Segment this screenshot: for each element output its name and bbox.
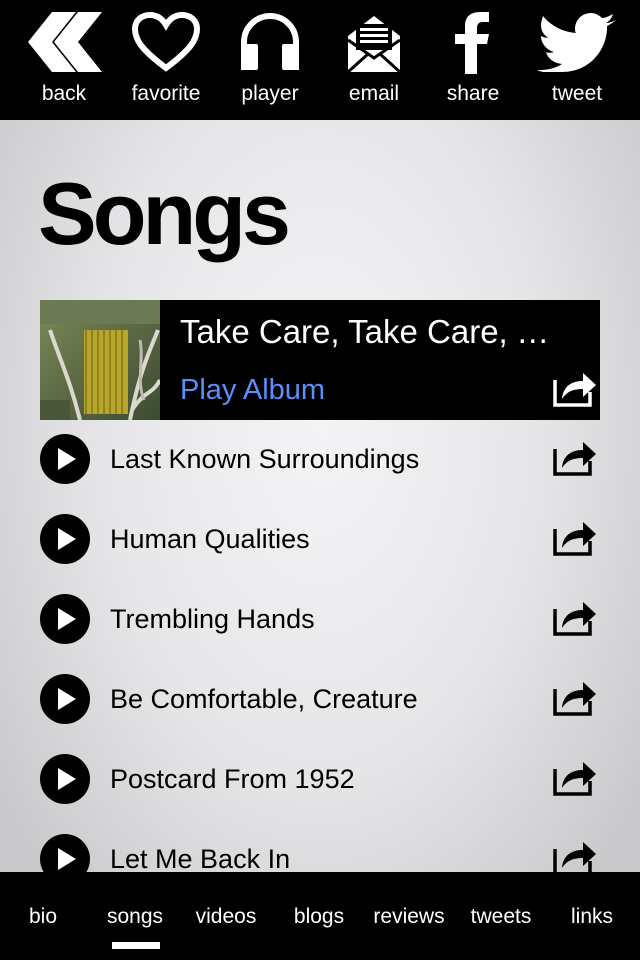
tab-blogs[interactable]: blogs (282, 872, 356, 960)
share-icon[interactable] (552, 368, 598, 408)
email-label: email (348, 82, 400, 105)
share-icon[interactable] (552, 677, 598, 717)
songs-content[interactable]: Songs Take Care, Take Care, Take Care (0, 120, 640, 872)
envelope-icon (344, 0, 404, 84)
tab-tweets[interactable]: tweets (462, 872, 540, 960)
heart-icon (132, 0, 200, 84)
tab-label: reviews (373, 905, 445, 928)
song-row[interactable]: Be Comfortable, Creature (40, 667, 600, 731)
album-card[interactable]: Take Care, Take Care, Take Care Play Alb… (40, 300, 600, 420)
play-icon[interactable] (40, 594, 90, 644)
play-icon[interactable] (40, 434, 90, 484)
email-button[interactable]: email (322, 0, 426, 120)
twitter-bird-icon (536, 0, 618, 84)
song-title: Human Qualities (110, 524, 310, 554)
page-title: Songs (38, 164, 291, 263)
tab-label: blogs (293, 905, 345, 928)
selected-tab-indicator (112, 942, 160, 949)
play-icon[interactable] (40, 834, 90, 872)
double-chevron-left-icon (24, 0, 104, 84)
back-label: back (41, 82, 87, 105)
tab-videos[interactable]: videos (186, 872, 266, 960)
share-label: share (446, 82, 500, 105)
tab-label: links (570, 905, 613, 928)
song-title: Trembling Hands (110, 604, 315, 634)
song-row[interactable]: Trembling Hands (40, 587, 600, 651)
share-icon[interactable] (552, 757, 598, 797)
tab-reviews[interactable]: reviews (366, 872, 452, 960)
share-icon[interactable] (552, 437, 598, 477)
tab-label: videos (195, 905, 257, 928)
top-toolbar: back favorite player email share tweet (0, 0, 640, 120)
share-button[interactable]: share (421, 0, 525, 120)
tweet-label: tweet (551, 82, 603, 105)
song-title: Let Me Back In (110, 844, 291, 872)
tab-label: songs (106, 905, 164, 928)
back-button[interactable]: back (12, 0, 116, 120)
facebook-icon (453, 0, 493, 84)
play-icon[interactable] (40, 674, 90, 724)
song-row[interactable]: Postcard From 1952 (40, 747, 600, 811)
song-row[interactable]: Human Qualities (40, 507, 600, 571)
song-title: Postcard From 1952 (110, 764, 355, 794)
share-icon[interactable] (552, 597, 598, 637)
share-icon[interactable] (552, 837, 598, 872)
play-icon[interactable] (40, 754, 90, 804)
album-cover-image (40, 300, 160, 420)
album-title: Take Care, Take Care, Take Care (180, 313, 560, 350)
tab-label: bio (28, 905, 58, 928)
favorite-button[interactable]: favorite (114, 0, 218, 120)
tab-bio[interactable]: bio (16, 872, 70, 960)
song-row[interactable]: Let Me Back In (40, 827, 600, 872)
play-album-link[interactable]: Play Album (180, 370, 325, 410)
song-title: Last Known Surroundings (110, 444, 420, 474)
player-label: player (241, 82, 299, 105)
player-button[interactable]: player (218, 0, 322, 120)
tab-label: tweets (470, 905, 532, 928)
tab-links[interactable]: links (560, 872, 624, 960)
headphones-icon (238, 0, 302, 84)
tweet-button[interactable]: tweet (525, 0, 629, 120)
bottom-tab-bar: bio songs videos blogs reviews tweets li… (0, 872, 640, 960)
song-title: Be Comfortable, Creature (110, 684, 418, 714)
play-icon[interactable] (40, 514, 90, 564)
song-row[interactable]: Last Known Surroundings (40, 427, 600, 491)
favorite-label: favorite (131, 82, 201, 105)
share-icon[interactable] (552, 517, 598, 557)
